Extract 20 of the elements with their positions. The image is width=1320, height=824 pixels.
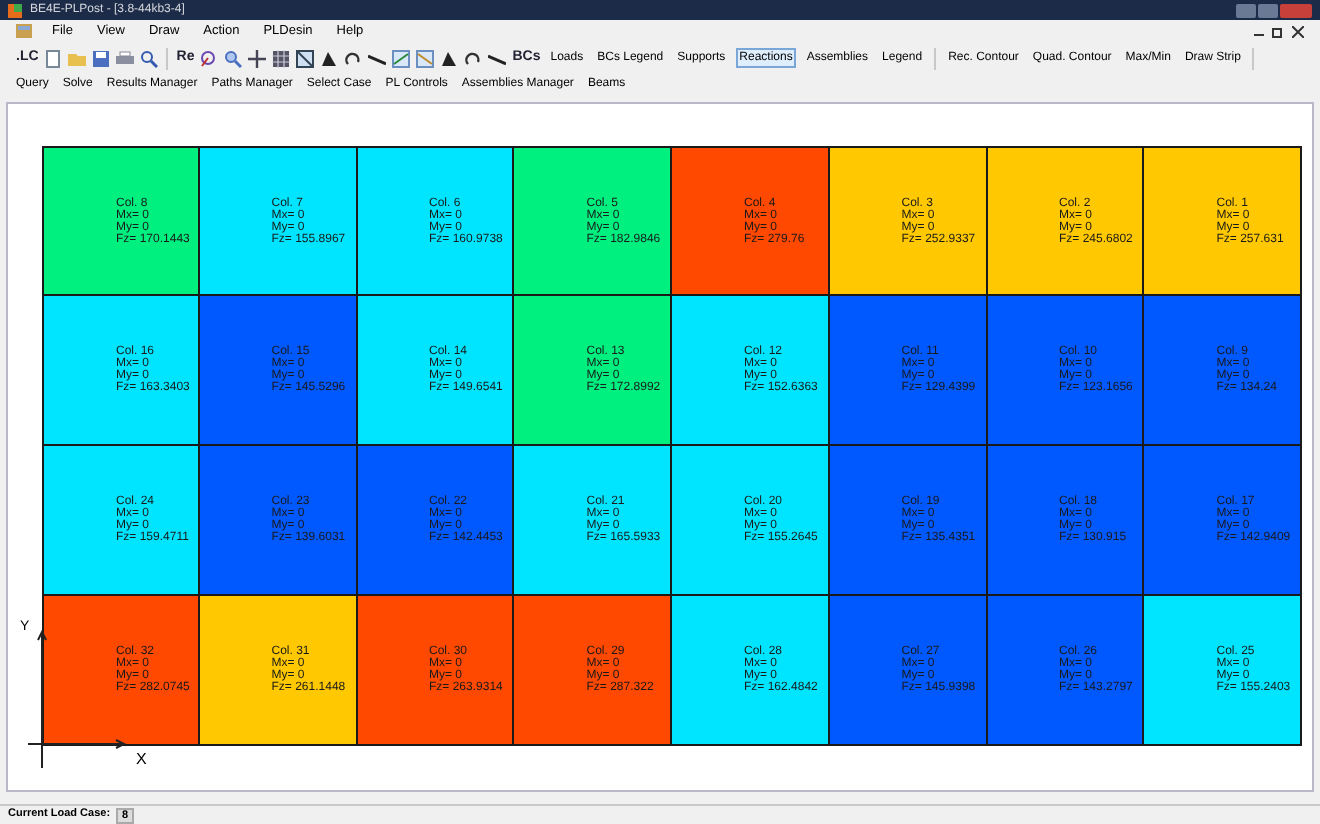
- app-icon: [8, 3, 22, 17]
- moment-icon[interactable]: [344, 49, 363, 67]
- contour-icon[interactable]: [392, 49, 411, 67]
- x-axis-label: X: [136, 750, 147, 768]
- magnifier-icon[interactable]: [140, 49, 159, 67]
- print-icon[interactable]: [116, 49, 135, 67]
- pan-icon[interactable]: [248, 49, 267, 67]
- zoom-window-icon[interactable]: [200, 49, 219, 67]
- mesh-icon[interactable]: [296, 49, 315, 67]
- save-icon[interactable]: [92, 49, 111, 67]
- line-tool-icon[interactable]: [488, 49, 507, 67]
- moment-icon[interactable]: [464, 49, 483, 67]
- support-icon[interactable]: [440, 49, 459, 67]
- page-icon[interactable]: [44, 49, 63, 67]
- grid-icon[interactable]: [272, 49, 291, 67]
- restore-icon[interactable]: [1272, 25, 1284, 37]
- support-icon[interactable]: [320, 49, 339, 67]
- zoom-icon[interactable]: [224, 49, 243, 67]
- line-tool-icon[interactable]: [368, 49, 387, 67]
- close-icon[interactable]: [1292, 25, 1304, 37]
